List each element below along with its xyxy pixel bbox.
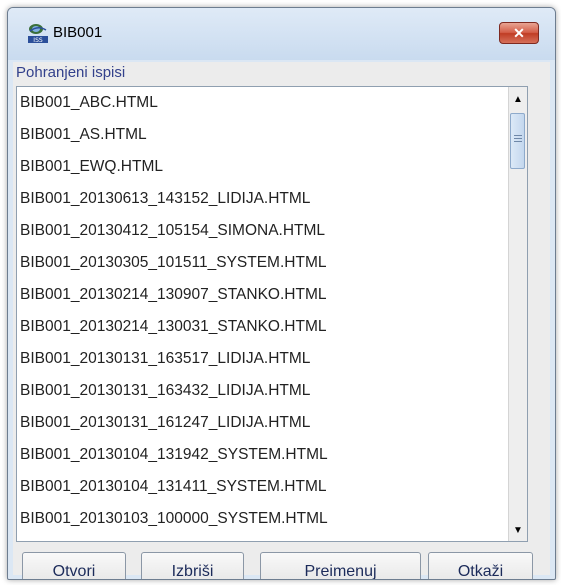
- list-item[interactable]: BIB001_20130131_163432_LIDIJA.HTML: [17, 375, 509, 407]
- grip-line: [514, 135, 522, 136]
- list-item[interactable]: BIB001_20130305_101511_SYSTEM.HTML: [17, 247, 509, 279]
- delete-button[interactable]: Izbriši: [141, 552, 244, 579]
- list-viewport: BIB001_ABC.HTML BIB001_AS.HTML BIB001_EWQ.…: [17, 87, 509, 541]
- list-item[interactable]: BIB001_20130104_131411_SYSTEM.HTML: [17, 471, 509, 503]
- close-button[interactable]: ✕: [499, 22, 539, 44]
- rename-button[interactable]: Preimenuj: [260, 552, 421, 579]
- scroll-up-arrow-icon[interactable]: ▲: [509, 90, 527, 108]
- iss-logo-icon: ISS: [28, 24, 48, 44]
- list-item[interactable]: BIB001_EWQ.HTML: [17, 151, 509, 183]
- list-item[interactable]: BIB001_20130214_130031_STANKO.HTML: [17, 311, 509, 343]
- scroll-down-arrow-icon[interactable]: ▼: [509, 521, 527, 539]
- list-item[interactable]: BIB001_20130131_161247_LIDIJA.HTML: [17, 407, 509, 439]
- saved-prints-list[interactable]: BIB001_ABC.HTML BIB001_AS.HTML BIB001_EWQ.…: [16, 86, 528, 542]
- list-item[interactable]: BIB001_AS.HTML: [17, 119, 509, 151]
- vertical-scrollbar[interactable]: ▲ ▼: [508, 87, 527, 541]
- dialog-window: ISS BIB001 ✕ Pohranjeni ispisi BIB001_AB…: [7, 7, 556, 580]
- list-item[interactable]: BIB001_20130613_143152_LIDIJA.HTML: [17, 183, 509, 215]
- grip-line: [514, 141, 522, 142]
- list-item[interactable]: BIB001_20130214_130907_STANKO.HTML: [17, 279, 509, 311]
- open-button[interactable]: Otvori: [22, 552, 126, 579]
- list-item[interactable]: BIB001_20130103_100000_SYSTEM.HTML: [17, 503, 509, 535]
- close-icon: ✕: [513, 24, 525, 41]
- content-panel: Pohranjeni ispisi BIB001_ABC.HTML BIB001_…: [13, 62, 550, 579]
- button-row: Otvori Izbriši Preimenuj Otkaži: [13, 552, 550, 579]
- list-item[interactable]: BIB001_ABC.HTML: [17, 87, 509, 119]
- saved-prints-label: Pohranjeni ispisi: [16, 64, 126, 81]
- scroll-thumb[interactable]: [510, 113, 525, 169]
- title-bar[interactable]: ISS BIB001 ✕: [8, 8, 555, 60]
- list-item[interactable]: BIB001_20130104_131942_SYSTEM.HTML: [17, 439, 509, 471]
- window-title: BIB001: [53, 24, 103, 41]
- list-item[interactable]: BIB001_20130412_105154_SIMONA.HTML: [17, 215, 509, 247]
- list-item[interactable]: BIB001_20130131_163517_LIDIJA.HTML: [17, 343, 509, 375]
- cancel-button[interactable]: Otkaži: [428, 552, 533, 579]
- svg-text:ISS: ISS: [33, 37, 43, 44]
- grip-line: [514, 138, 522, 139]
